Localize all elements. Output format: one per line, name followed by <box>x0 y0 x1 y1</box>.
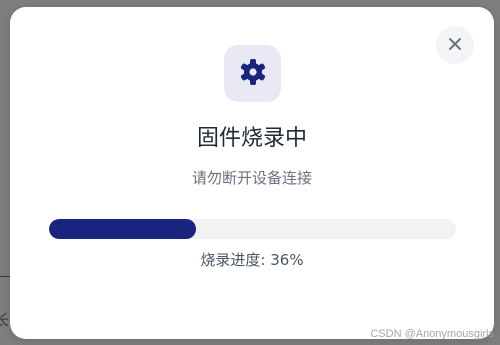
progress-label: 烧录进度: 36% <box>10 249 494 271</box>
close-icon[interactable] <box>448 36 462 55</box>
progress-label-text: 烧录进度 <box>200 251 261 269</box>
watermark: CSDN @Anonymousgirls <box>370 328 494 340</box>
close-button[interactable] <box>436 26 474 64</box>
status-icon-tile <box>224 45 281 102</box>
dialog-subtitle: 请勿断开设备连接 <box>191 169 312 187</box>
progress-percent-value: 36 <box>270 251 290 269</box>
gear-icon <box>238 57 268 91</box>
progress-bar <box>49 219 456 239</box>
dialog-title: 固件烧录中 <box>196 126 307 151</box>
firmware-flashing-dialog: 固件烧录中 请勿断开设备连接 烧录进度: 36% <box>10 7 494 339</box>
progress-bar-fill <box>49 219 196 239</box>
progress-label-separator: : <box>260 251 271 269</box>
background-partial-text: 长 <box>0 311 10 329</box>
progress-percent-sign: % <box>289 251 304 269</box>
